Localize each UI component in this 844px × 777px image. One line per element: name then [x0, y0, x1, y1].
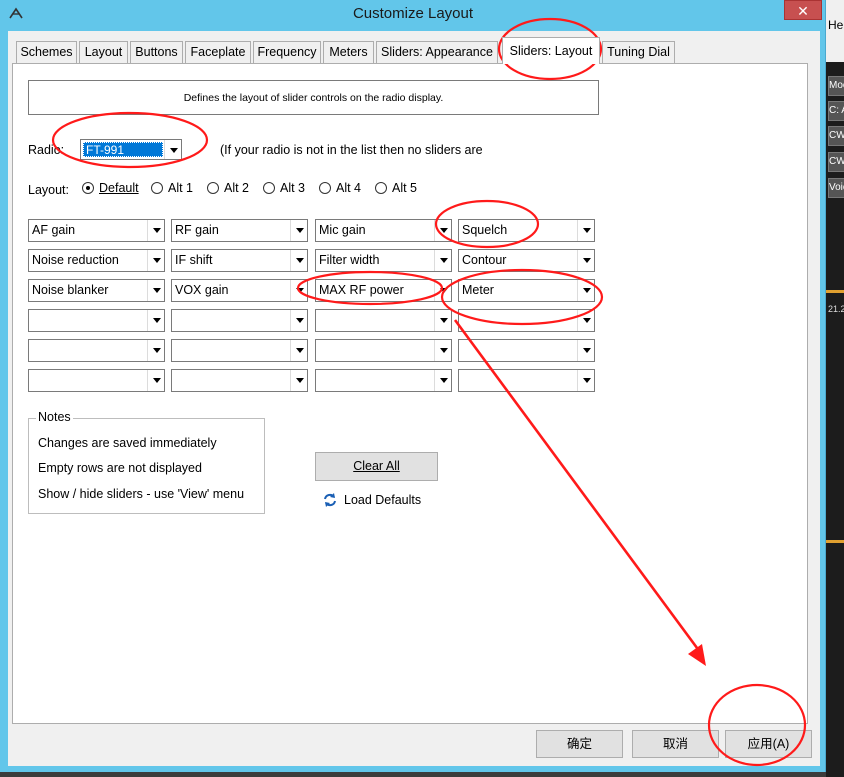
- note-line: Show / hide sliders - use 'View' menu: [38, 487, 245, 501]
- chevron-down-icon[interactable]: [147, 220, 164, 241]
- chevron-down-icon[interactable]: [147, 370, 164, 391]
- slider-select-r6c4[interactable]: [458, 369, 595, 392]
- chevron-down-icon[interactable]: [434, 340, 451, 361]
- slider-select-r5c2[interactable]: [171, 339, 308, 362]
- chevron-down-icon[interactable]: [290, 280, 307, 301]
- chevron-down-icon[interactable]: [577, 250, 594, 271]
- slider-select-r2c1[interactable]: Noise reduction: [28, 249, 165, 272]
- chevron-down-icon[interactable]: [147, 250, 164, 271]
- radio-button-icon[interactable]: [151, 182, 163, 194]
- tab-meters[interactable]: Meters: [323, 41, 374, 63]
- radio-label: Radio:: [28, 143, 65, 157]
- chevron-down-icon[interactable]: [577, 220, 594, 241]
- window-title: Customize Layout: [352, 5, 474, 22]
- slider-select-r2c3[interactable]: Filter width: [315, 249, 452, 272]
- background-app: Moc C: A CW CW Voic 21.2: [826, 0, 844, 777]
- tab-tuning-dial[interactable]: Tuning Dial: [602, 41, 675, 63]
- slider-select-r2c2[interactable]: IF shift: [171, 249, 308, 272]
- tab-sliders-layout[interactable]: Sliders: Layout: [502, 37, 600, 64]
- chevron-down-icon[interactable]: [577, 370, 594, 391]
- chevron-down-icon[interactable]: [290, 250, 307, 271]
- bg-item: CW: [828, 126, 844, 146]
- description-box: Defines the layout of slider controls on…: [28, 80, 599, 115]
- close-icon[interactable]: ✕: [784, 0, 822, 20]
- slider-select-r3c2[interactable]: VOX gain: [171, 279, 308, 302]
- radio-button-icon[interactable]: [82, 182, 94, 194]
- layout-option-alt1[interactable]: Alt 1: [151, 181, 193, 195]
- load-defaults-link[interactable]: Load Defaults: [322, 492, 421, 508]
- ok-button[interactable]: 确定: [536, 730, 623, 758]
- slider-select-r4c4[interactable]: [458, 309, 595, 332]
- chevron-down-icon[interactable]: [290, 340, 307, 361]
- radio-button-icon[interactable]: [263, 182, 275, 194]
- chevron-down-icon[interactable]: [290, 220, 307, 241]
- chevron-down-icon[interactable]: [147, 310, 164, 331]
- radio-select[interactable]: FT-991: [80, 139, 182, 160]
- clear-all-button[interactable]: Clear All: [315, 452, 438, 481]
- radio-selected-value: FT-991: [83, 142, 163, 157]
- radio-button-icon[interactable]: [375, 182, 387, 194]
- chevron-down-icon[interactable]: [290, 370, 307, 391]
- slider-select-r6c2[interactable]: [171, 369, 308, 392]
- radio-note: (If your radio is not in the list then n…: [220, 143, 483, 157]
- chevron-down-icon[interactable]: [577, 280, 594, 301]
- tab-buttons[interactable]: Buttons: [130, 41, 183, 63]
- bg-header: He: [826, 0, 844, 62]
- chevron-down-icon[interactable]: [147, 280, 164, 301]
- slider-select-r1c1[interactable]: AF gain: [28, 219, 165, 242]
- layout-option-alt5[interactable]: Alt 5: [375, 181, 417, 195]
- chevron-down-icon[interactable]: [147, 340, 164, 361]
- tab-schemes[interactable]: Schemes: [16, 41, 77, 63]
- apply-button[interactable]: 应用(A): [725, 730, 812, 758]
- note-line: Empty rows are not displayed: [38, 461, 202, 475]
- slider-select-r3c4[interactable]: Meter: [458, 279, 595, 302]
- slider-select-r3c3[interactable]: MAX RF power: [315, 279, 452, 302]
- bg-item: C: A: [828, 101, 844, 121]
- refresh-icon: [324, 493, 336, 507]
- chevron-down-icon[interactable]: [577, 310, 594, 331]
- slider-select-r5c1[interactable]: [28, 339, 165, 362]
- tab-frequency[interactable]: Frequency: [253, 41, 321, 63]
- note-line: Changes are saved immediately: [38, 436, 217, 450]
- slider-select-r5c4[interactable]: [458, 339, 595, 362]
- chevron-down-icon[interactable]: [434, 250, 451, 271]
- radio-button-icon[interactable]: [319, 182, 331, 194]
- chevron-down-icon[interactable]: [164, 140, 181, 159]
- bg-readout: 21.2: [828, 304, 844, 314]
- tab-faceplate[interactable]: Faceplate: [185, 41, 251, 63]
- slider-select-r4c3[interactable]: [315, 309, 452, 332]
- tab-layout[interactable]: Layout: [79, 41, 128, 63]
- slider-select-r1c2[interactable]: RF gain: [171, 219, 308, 242]
- layout-label: Layout:: [28, 183, 70, 197]
- slider-select-r5c3[interactable]: [315, 339, 452, 362]
- notes-title: Notes: [36, 410, 73, 424]
- chevron-down-icon[interactable]: [434, 370, 451, 391]
- tab-sliders-appearance[interactable]: Sliders: Appearance: [376, 41, 498, 63]
- bg-item: Voic: [828, 178, 844, 198]
- slider-select-r2c4[interactable]: Contour: [458, 249, 595, 272]
- chevron-down-icon[interactable]: [577, 340, 594, 361]
- chevron-down-icon[interactable]: [434, 280, 451, 301]
- slider-select-r4c1[interactable]: [28, 309, 165, 332]
- bg-item: CW: [828, 152, 844, 172]
- bg-item: Moc: [828, 76, 844, 96]
- layout-option-alt2[interactable]: Alt 2: [207, 181, 249, 195]
- slider-select-r6c1[interactable]: [28, 369, 165, 392]
- radio-button-icon[interactable]: [207, 182, 219, 194]
- chevron-down-icon[interactable]: [434, 220, 451, 241]
- slider-select-r3c1[interactable]: Noise blanker: [28, 279, 165, 302]
- layout-option-default[interactable]: Default: [82, 181, 139, 195]
- layout-option-alt3[interactable]: Alt 3: [263, 181, 305, 195]
- chevron-down-icon[interactable]: [290, 310, 307, 331]
- slider-select-r1c4[interactable]: Squelch: [458, 219, 595, 242]
- slider-select-r4c2[interactable]: [171, 309, 308, 332]
- tab-panel: [12, 63, 808, 724]
- slider-select-r6c3[interactable]: [315, 369, 452, 392]
- chevron-down-icon[interactable]: [434, 310, 451, 331]
- layout-option-alt4[interactable]: Alt 4: [319, 181, 361, 195]
- cancel-button[interactable]: 取消: [632, 730, 719, 758]
- slider-select-r1c3[interactable]: Mic gain: [315, 219, 452, 242]
